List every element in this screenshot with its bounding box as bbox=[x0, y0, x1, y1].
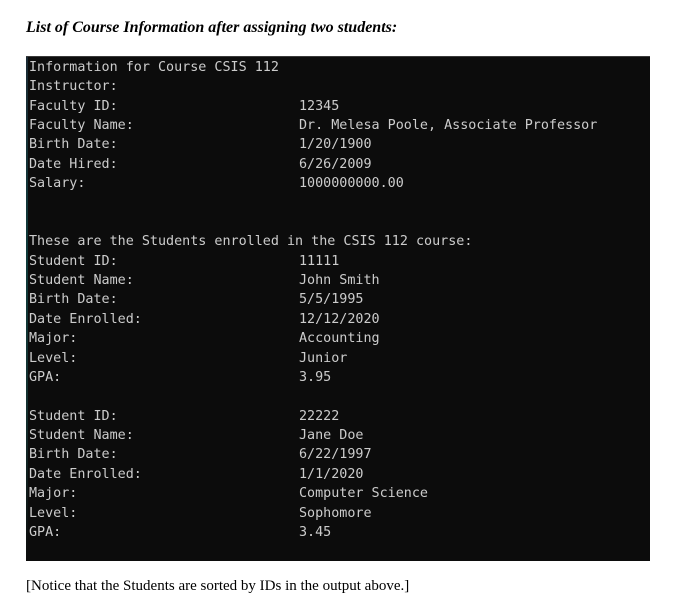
field-value: 1/20/1900 bbox=[299, 137, 372, 152]
student-1-date-enrolled-row: Date Enrolled: 12/12/2020 bbox=[29, 310, 380, 329]
faculty-birth-date-row: Birth Date: 1/20/1900 bbox=[29, 135, 372, 154]
field-value: 3.95 bbox=[299, 370, 332, 385]
student-2-id-row: Student ID: 22222 bbox=[29, 407, 339, 426]
field-label: Faculty Name: bbox=[29, 118, 134, 133]
field-value: Jane Doe bbox=[299, 428, 364, 443]
field-label: Level: bbox=[29, 351, 78, 366]
field-value: 1000000000.00 bbox=[299, 176, 404, 191]
field-value: 12345 bbox=[299, 99, 340, 114]
field-label: Major: bbox=[29, 486, 78, 501]
field-label: Student Name: bbox=[29, 428, 134, 443]
field-value: 11111 bbox=[299, 254, 340, 269]
faculty-salary-row: Salary: 1000000000.00 bbox=[29, 174, 404, 193]
student-2-date-enrolled-row: Date Enrolled: 1/1/2020 bbox=[29, 465, 364, 484]
field-label: GPA: bbox=[29, 525, 62, 540]
student-1-level-row: Level: Junior bbox=[29, 349, 347, 368]
faculty-date-hired-row: Date Hired: 6/26/2009 bbox=[29, 155, 372, 174]
faculty-name-row: Faculty Name: Dr. Melesa Poole, Associat… bbox=[29, 116, 597, 135]
student-1-name-row: Student Name: John Smith bbox=[29, 271, 380, 290]
field-label: Major: bbox=[29, 331, 78, 346]
console-left-edge bbox=[26, 57, 28, 561]
field-value: Junior bbox=[299, 351, 348, 366]
console-output: Information for Course CSIS 112 Instruct… bbox=[26, 56, 650, 561]
field-label: Birth Date: bbox=[29, 447, 118, 462]
field-value: 5/5/1995 bbox=[299, 292, 364, 307]
faculty-id-row: Faculty ID: 12345 bbox=[29, 97, 339, 116]
field-label: Salary: bbox=[29, 176, 86, 191]
field-label: Date Enrolled: bbox=[29, 467, 142, 482]
course-header: Information for Course CSIS 112 bbox=[29, 60, 279, 75]
field-value: 1/1/2020 bbox=[299, 467, 364, 482]
student-2-level-row: Level: Sophomore bbox=[29, 504, 372, 523]
page-heading: List of Course Information after assigni… bbox=[26, 19, 398, 36]
student-2-major-row: Major: Computer Science bbox=[29, 484, 428, 503]
student-1-major-row: Major: Accounting bbox=[29, 329, 380, 348]
field-value: 6/26/2009 bbox=[299, 157, 372, 172]
field-label: Student Name: bbox=[29, 273, 134, 288]
student-2-gpa-row: GPA: 3.45 bbox=[29, 523, 331, 542]
student-2-birth-date-row: Birth Date: 6/22/1997 bbox=[29, 445, 372, 464]
student-1-id-row: Student ID: 11111 bbox=[29, 252, 339, 271]
field-value: 3.45 bbox=[299, 525, 332, 540]
field-value: Computer Science bbox=[299, 486, 428, 501]
student-1-gpa-row: GPA: 3.95 bbox=[29, 368, 331, 387]
field-value: Accounting bbox=[299, 331, 380, 346]
field-label: GPA: bbox=[29, 370, 62, 385]
field-label: Level: bbox=[29, 506, 78, 521]
student-2-name-row: Student Name: Jane Doe bbox=[29, 426, 364, 445]
footnote: [Notice that the Students are sorted by … bbox=[26, 578, 410, 594]
instructor-label: Instructor: bbox=[29, 79, 118, 94]
field-value: Dr. Melesa Poole, Associate Professor bbox=[299, 118, 598, 133]
student-1-birth-date-row: Birth Date: 5/5/1995 bbox=[29, 290, 364, 309]
field-value: 22222 bbox=[299, 409, 340, 424]
field-label: Student ID: bbox=[29, 409, 118, 424]
field-value: John Smith bbox=[299, 273, 380, 288]
field-value: 6/22/1997 bbox=[299, 447, 372, 462]
field-label: Date Enrolled: bbox=[29, 312, 142, 327]
field-label: Student ID: bbox=[29, 254, 118, 269]
field-value: Sophomore bbox=[299, 506, 372, 521]
field-value: 12/12/2020 bbox=[299, 312, 380, 327]
field-label: Date Hired: bbox=[29, 157, 118, 172]
students-header: These are the Students enrolled in the C… bbox=[29, 234, 473, 249]
field-label: Faculty ID: bbox=[29, 99, 118, 114]
field-label: Birth Date: bbox=[29, 292, 118, 307]
field-label: Birth Date: bbox=[29, 137, 118, 152]
